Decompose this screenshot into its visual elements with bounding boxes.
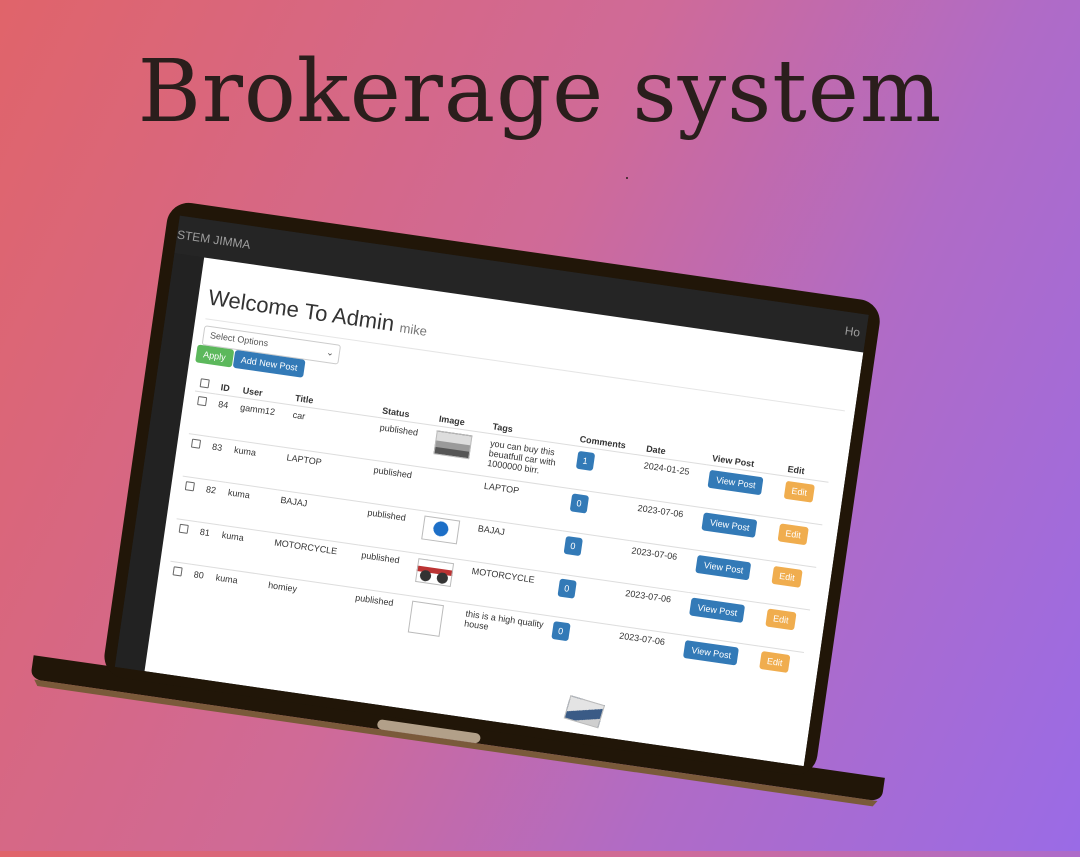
bulk-options-placeholder: Select Options bbox=[209, 330, 269, 349]
edit-button[interactable]: Edit bbox=[783, 480, 816, 503]
post-image-cell bbox=[415, 510, 476, 561]
post-user: kuma bbox=[225, 439, 285, 490]
admin-username: mike bbox=[398, 320, 429, 339]
post-user: gamm12 bbox=[231, 397, 291, 448]
edit-button[interactable]: Edit bbox=[771, 565, 803, 588]
view-post-button[interactable]: View Post bbox=[689, 597, 746, 624]
comments-count-button[interactable]: 0 bbox=[569, 493, 589, 514]
post-image-car bbox=[433, 430, 473, 460]
post-image-house bbox=[408, 600, 445, 637]
post-comments-cell: 0 bbox=[544, 615, 617, 668]
comments-count-button[interactable]: 0 bbox=[557, 578, 577, 599]
view-post-button[interactable]: View Post bbox=[695, 554, 752, 581]
headline-title: Brokerage system bbox=[137, 42, 943, 142]
comments-count-button[interactable]: 1 bbox=[575, 450, 595, 472]
post-image-bajaj bbox=[421, 515, 461, 545]
post-image-cell bbox=[403, 595, 464, 646]
laptop-screen: STEM JIMMA Ho Welcome To Admin mike Sele… bbox=[114, 215, 869, 767]
view-post-button[interactable]: View Post bbox=[701, 512, 758, 538]
apply-button[interactable]: Apply bbox=[195, 344, 234, 368]
post-image-cell bbox=[421, 468, 606, 729]
post-status: published bbox=[346, 587, 410, 638]
navbar-home-link[interactable]: Ho bbox=[844, 324, 861, 340]
edit-button[interactable]: Edit bbox=[764, 608, 797, 631]
post-user: kuma bbox=[207, 567, 266, 618]
row-checkbox[interactable] bbox=[197, 396, 208, 407]
post-image-laptop bbox=[564, 695, 606, 729]
post-date: 2023-07-06 bbox=[610, 625, 683, 678]
view-post-button[interactable]: View Post bbox=[683, 640, 740, 666]
edit-cell: Edit bbox=[776, 475, 829, 525]
decorative-dot bbox=[626, 177, 628, 179]
view-post-button[interactable]: View Post bbox=[707, 469, 764, 496]
navbar-brand[interactable]: STEM JIMMA bbox=[176, 227, 251, 251]
page-title-text: Welcome To Admin bbox=[206, 284, 396, 337]
edit-cell: Edit bbox=[764, 560, 817, 610]
edit-cell: Edit bbox=[770, 518, 823, 568]
row-checkbox[interactable] bbox=[178, 523, 189, 534]
select-all-checkbox[interactable] bbox=[199, 378, 210, 389]
post-image-cell bbox=[409, 553, 470, 604]
edit-cell: Edit bbox=[752, 645, 804, 695]
post-image-cell bbox=[427, 425, 488, 476]
chevron-down-icon: ⌄ bbox=[325, 346, 335, 358]
row-checkbox[interactable] bbox=[172, 566, 183, 577]
comments-count-button[interactable]: 0 bbox=[550, 621, 571, 642]
post-user: kuma bbox=[213, 524, 272, 575]
edit-cell: Edit bbox=[758, 603, 811, 653]
row-checkbox[interactable] bbox=[184, 481, 195, 492]
post-user: kuma bbox=[219, 482, 278, 533]
comments-count-button[interactable]: 0 bbox=[563, 535, 583, 557]
edit-button[interactable]: Edit bbox=[758, 650, 791, 673]
edit-button[interactable]: Edit bbox=[777, 523, 810, 546]
row-checkbox[interactable] bbox=[190, 438, 202, 449]
post-image-motorcycle bbox=[415, 558, 455, 588]
laptop-mockup: STEM JIMMA Ho Welcome To Admin mike Sele… bbox=[31, 200, 885, 842]
laptop-bezel: STEM JIMMA Ho Welcome To Admin mike Sele… bbox=[101, 200, 883, 778]
